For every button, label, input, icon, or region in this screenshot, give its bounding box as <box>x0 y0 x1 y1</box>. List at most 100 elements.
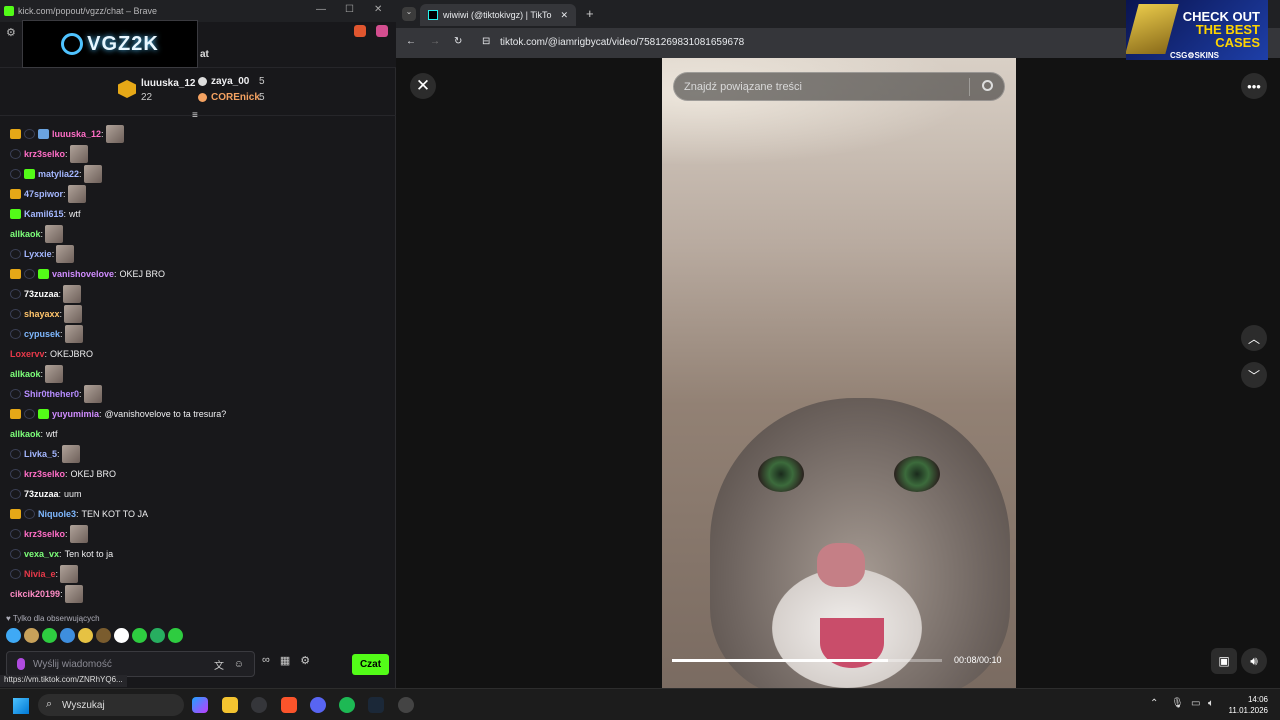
emote-1-icon[interactable] <box>6 628 21 643</box>
tab-list-icon[interactable]: ⌄ <box>402 7 416 21</box>
brave-icon[interactable] <box>281 697 297 713</box>
chat-username[interactable]: matylia22 <box>38 169 79 179</box>
chat-username[interactable]: luuuska_12 <box>52 129 101 139</box>
chat-username[interactable]: cikcik20199 <box>10 589 60 599</box>
chat-username[interactable]: Nivia_e <box>24 569 56 579</box>
chat-message: matylia22: <box>10 164 102 184</box>
chat-username[interactable]: yuyumimia <box>52 409 99 419</box>
chat-colon: : <box>60 329 63 339</box>
chat-colon: : <box>79 169 82 179</box>
gifter-2-name[interactable]: zaya_00 <box>211 76 249 87</box>
system-clock[interactable]: 14:06 11.01.2026 <box>1228 694 1268 716</box>
emote-5-icon[interactable] <box>78 628 93 643</box>
maximize-icon[interactable]: ☐ <box>345 4 354 15</box>
windows-start-icon[interactable] <box>13 698 29 714</box>
related-search-input[interactable]: Znajdź powiązane treści <box>673 72 1005 101</box>
close-video-button[interactable]: ✕ <box>410 73 436 99</box>
file-explorer-icon[interactable] <box>222 697 238 713</box>
mic-tray-icon[interactable]: 🎙︎ <box>1171 698 1184 709</box>
emoji-icon[interactable]: ☺ <box>234 659 244 670</box>
brave-rewards-icon[interactable] <box>376 25 388 37</box>
gear-icon[interactable]: ⚙ <box>300 654 310 667</box>
chat-username[interactable]: cypusek <box>24 329 60 339</box>
cat-emote-icon <box>60 565 79 583</box>
reload-icon[interactable]: ↻ <box>454 36 462 47</box>
chat-username[interactable]: 73zuzaa <box>24 289 59 299</box>
chat-username[interactable]: Niquole3 <box>38 509 76 519</box>
collapse-arrow-icon[interactable]: ≡ <box>192 110 198 121</box>
emote-10-icon[interactable] <box>168 628 183 643</box>
emote-6-icon[interactable] <box>96 628 111 643</box>
spotify-icon[interactable] <box>339 697 355 713</box>
url-field[interactable]: tiktok.com/@iamrigbycat/video/7581269831… <box>500 37 744 48</box>
chat-username[interactable]: allkaok <box>10 429 41 439</box>
video-progress-bar[interactable] <box>672 659 942 662</box>
chat-username[interactable]: allkaok <box>10 369 41 379</box>
emote-8-icon[interactable] <box>132 628 147 643</box>
chat-username[interactable]: Kamil615 <box>24 209 64 219</box>
back-icon[interactable]: ← <box>406 36 416 47</box>
chat-input[interactable]: Wyślij wiadomość 文 ☺ <box>6 651 255 677</box>
tray-arrow-icon[interactable]: ⌃ <box>1150 698 1158 709</box>
copilot-icon[interactable] <box>192 697 208 713</box>
ad-banner[interactable]: CHECK OUT THE BEST CASES CSG⚙SKINS <box>1126 0 1268 60</box>
chat-text: uum <box>64 489 82 499</box>
pip-icon[interactable]: ▣ <box>1211 648 1237 674</box>
settings-sliders-icon[interactable]: ⚙ <box>6 26 16 39</box>
translate-icon[interactable]: 文 <box>214 657 224 672</box>
store-icon[interactable]: ▦ <box>280 654 290 667</box>
obs-icon[interactable] <box>398 697 414 713</box>
connections-icon[interactable]: ∞ <box>262 654 270 667</box>
emote-2-icon[interactable] <box>24 628 39 643</box>
taskbar-search[interactable]: ⌕ Wyszukaj <box>38 694 184 716</box>
next-video-button[interactable]: ﹀ <box>1241 362 1267 388</box>
emote-3-icon[interactable] <box>42 628 57 643</box>
chat-username[interactable]: krz3selko <box>24 149 65 159</box>
site-info-icon[interactable]: ⊟ <box>482 36 490 47</box>
gifter-1-name[interactable]: luuuska_12 <box>141 78 195 89</box>
tab-tiktok[interactable]: wiwiwi (@tiktokivgz) | TikTo ✕ <box>420 4 576 26</box>
network-icon[interactable]: ▭ <box>1191 698 1200 709</box>
emote-4-icon[interactable] <box>60 628 75 643</box>
chrome-icon[interactable] <box>251 697 267 713</box>
close-window-icon[interactable]: ✕ <box>374 4 382 15</box>
brave-shield-icon[interactable] <box>354 25 366 37</box>
chat-username[interactable]: shayaxx <box>24 309 60 319</box>
search-icon[interactable] <box>982 80 993 91</box>
chat-actions: ∞ ▦ ⚙ <box>262 654 310 667</box>
chat-username[interactable]: vexa_vx <box>24 549 59 559</box>
chat-username[interactable]: Lyxxie <box>24 249 52 259</box>
chat-username[interactable]: 47spiwor <box>24 189 63 199</box>
steam-icon[interactable] <box>368 697 384 713</box>
send-button[interactable]: Czat <box>352 654 389 675</box>
new-tab-icon[interactable]: + <box>586 6 594 21</box>
speaker-icon[interactable]: 🔈︎ <box>1208 698 1214 709</box>
chat-username[interactable]: krz3selko <box>24 529 65 539</box>
previous-video-button[interactable]: ︿ <box>1241 325 1267 351</box>
gift-badge-icon <box>10 209 21 219</box>
gifter-3-count: 5 <box>259 92 265 103</box>
chat-username[interactable]: Shir0theher0 <box>24 389 79 399</box>
tab-close-icon[interactable]: ✕ <box>560 10 568 21</box>
chat-text: wtf <box>69 209 81 219</box>
minimize-icon[interactable]: — <box>316 4 326 15</box>
rank-2-icon <box>198 77 207 86</box>
emote-9-icon[interactable] <box>150 628 165 643</box>
chat-username[interactable]: Loxervv <box>10 349 45 359</box>
more-options-button[interactable]: ••• <box>1241 73 1267 99</box>
forward-icon[interactable]: → <box>430 36 440 47</box>
discord-icon[interactable] <box>310 697 326 713</box>
window-titlebar: kick.com/popout/vgzz/chat – Brave — ☐ ✕ <box>0 0 396 22</box>
emote-7-icon[interactable] <box>114 628 129 643</box>
gifter-1-count: 22 <box>141 92 153 103</box>
chat-username[interactable]: Livka_5 <box>24 449 57 459</box>
volume-icon[interactable]: 🔊︎ <box>1241 648 1267 674</box>
video-player[interactable] <box>662 58 1016 688</box>
sub-badge-icon <box>24 409 35 419</box>
gifter-3-name[interactable]: COREnick <box>211 92 260 103</box>
mic-icon[interactable] <box>17 658 25 670</box>
chat-username[interactable]: allkaok <box>10 229 41 239</box>
chat-username[interactable]: krz3selko <box>24 469 65 479</box>
chat-username[interactable]: 73zuzaa <box>24 489 59 499</box>
chat-username[interactable]: vanishovelove <box>52 269 114 279</box>
